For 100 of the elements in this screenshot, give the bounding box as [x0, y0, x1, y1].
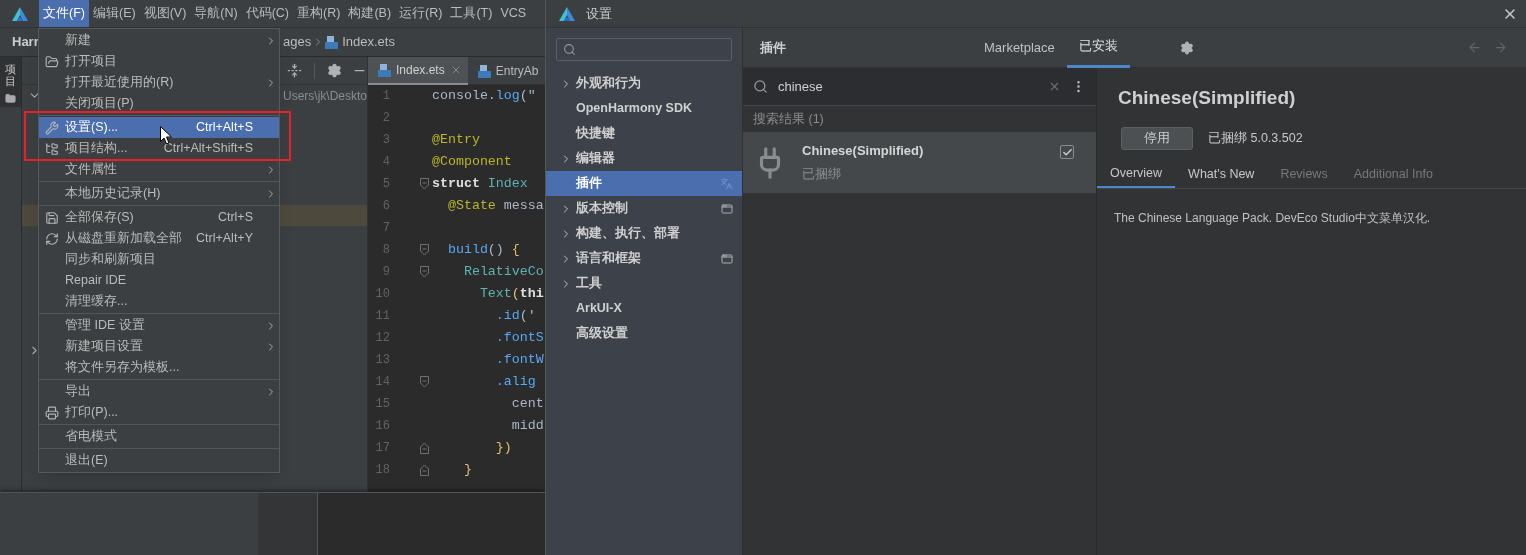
line-number: 7 [381, 220, 390, 237]
menu-item-label: 新建 [65, 32, 91, 50]
collapse-icon[interactable] [287, 63, 302, 78]
menu-item[interactable]: 管理 IDE 设置 [39, 315, 279, 336]
code-line: console.log(" [432, 87, 536, 106]
menu-item[interactable]: 打开最近使用的(R) [39, 72, 279, 93]
menu-item[interactable]: 全部保存(S) Ctrl+S [39, 207, 279, 228]
settings-nav-item[interactable]: 快捷键 [546, 121, 742, 146]
menu-bar-item[interactable]: 文件(F) [39, 0, 89, 27]
plugin-list-item[interactable]: Chinese(Simplified) 已捆绑 [743, 132, 1096, 193]
menu-bar-item[interactable]: 工具(T) [446, 0, 497, 27]
breadcrumb-item[interactable]: ages [283, 32, 312, 52]
menu-bar-item[interactable]: 视图(V) [139, 0, 191, 27]
menu-item-label: 新建项目设置 [65, 338, 143, 356]
menu-item[interactable]: 打印(P)... [39, 402, 279, 423]
menu-item[interactable]: 关闭项目(P) [39, 93, 279, 114]
settings-nav-label: 编辑器 [576, 150, 616, 168]
menu-bar-item[interactable]: VCS [496, 0, 531, 27]
menu-item[interactable]: 退出(E) [39, 450, 279, 471]
settings-nav-item[interactable]: 工具 [546, 271, 742, 296]
settings-nav-item[interactable]: 版本控制 [546, 196, 742, 221]
breadcrumb-item[interactable]: Harr [12, 34, 39, 50]
menu-bar-item[interactable]: 导航(N) [190, 0, 242, 27]
settings-nav-label: 高级设置 [576, 324, 629, 343]
settings-nav-item[interactable]: 构建、执行、部署 [546, 221, 742, 246]
line-number: 4 [381, 154, 390, 171]
window-icon [721, 202, 733, 215]
fold-marker-icon[interactable] [420, 266, 429, 278]
breadcrumb-item[interactable]: Index.ets [342, 32, 395, 52]
disable-button[interactable]: 停用 [1121, 126, 1193, 150]
translate-icon [720, 177, 733, 190]
menu-bar-item[interactable]: 代码(C) [241, 0, 294, 27]
search-field[interactable] [556, 38, 732, 61]
line-number: 10 [374, 286, 390, 303]
code-line: } [462, 461, 472, 480]
fold-marker-icon[interactable] [420, 244, 429, 256]
file-icon [325, 35, 339, 49]
code-line: RelativeCo [462, 263, 544, 282]
menu-item[interactable]: 同步和刷新项目 [39, 249, 279, 270]
fold-marker-icon[interactable] [420, 442, 429, 454]
code-line: .id(' [494, 307, 536, 326]
logo-icon [10, 5, 29, 22]
clear-icon[interactable] [1048, 80, 1061, 93]
code-line: build() { [446, 241, 520, 260]
line-number: 1 [381, 88, 390, 105]
reload-icon [45, 231, 59, 246]
menu-item[interactable]: 设置(S)... Ctrl+Alt+S [39, 117, 279, 138]
menu-bar-item[interactable]: 运行(R) [395, 0, 447, 27]
search-field[interactable]: chinese [743, 68, 1096, 106]
settings-nav-label: 工具 [576, 275, 603, 293]
settings-nav-item[interactable]: 语言和框架 [546, 246, 742, 271]
editor-tab[interactable]: Index.ets [368, 57, 468, 85]
menu-item[interactable]: 新建项目设置 [39, 336, 279, 357]
settings-nav-item[interactable]: 插件 [546, 171, 742, 196]
menu-item[interactable]: 打开项目 [39, 51, 279, 72]
menu-item[interactable]: 从磁盘重新加载全部 Ctrl+Alt+Y [39, 228, 279, 249]
code-line: @State messa [446, 197, 544, 216]
settings-nav-item[interactable]: 编辑器 [546, 146, 742, 171]
logo-icon [558, 5, 576, 22]
menu-item[interactable]: 导出 [39, 381, 279, 402]
menu-item[interactable]: 将文件另存为模板... [39, 357, 279, 378]
settings-icon[interactable] [1179, 40, 1194, 55]
forward-arrow-icon[interactable] [1493, 40, 1508, 55]
menu-bar-item[interactable]: 重构(R) [293, 0, 345, 27]
project-tool-tab[interactable]: 项目 [0, 57, 21, 107]
menu-item-label: 清理缓存... [65, 293, 128, 311]
fold-marker-icon[interactable] [420, 178, 429, 190]
menu-item[interactable]: Repair IDE [39, 270, 279, 291]
menu-item[interactable]: 清理缓存... [39, 291, 279, 312]
settings-nav-item[interactable]: 高级设置 [546, 321, 742, 346]
menu-bar-item[interactable]: 编辑(E) [88, 0, 140, 27]
menu-item[interactable]: 新建 [39, 30, 279, 51]
code-line: @Entry [432, 131, 480, 150]
enabled-checkbox[interactable] [1060, 145, 1074, 159]
menu-item-label: Repair IDE [65, 272, 127, 290]
fold-marker-icon[interactable] [420, 464, 429, 476]
code-line: .fontS [494, 329, 544, 348]
line-number: 17 [374, 440, 390, 457]
menu-bar-item[interactable]: 构建(B) [344, 0, 396, 27]
settings-nav-item[interactable]: OpenHarmony SDK [546, 96, 742, 121]
code-line: struct Index [432, 175, 528, 194]
menu-item[interactable]: 本地历史记录(H) [39, 183, 279, 204]
tab[interactable]: Marketplace [972, 27, 1067, 68]
code-line: }) [494, 439, 512, 458]
tab[interactable]: What's New [1175, 161, 1268, 188]
settings-icon[interactable] [327, 63, 342, 78]
menu-item-label: 将文件另存为模板... [65, 359, 180, 377]
search-input[interactable]: chinese [778, 76, 1048, 97]
settings-nav-label: 外观和行为 [576, 75, 642, 93]
menu-item[interactable]: 文件属性 [39, 159, 279, 180]
line-number: 12 [374, 330, 390, 347]
settings-nav-item[interactable]: ArkUI-X [546, 296, 742, 321]
editor-tab[interactable]: EntryAb [467, 57, 545, 85]
menu-item[interactable]: 省电模式 [39, 426, 279, 447]
tab[interactable]: Overview [1097, 161, 1176, 188]
line-number: 6 [381, 198, 390, 215]
menu-item-label: 项目结构... [65, 140, 128, 158]
fold-marker-icon[interactable] [420, 376, 429, 388]
code-line: midd [510, 417, 544, 436]
settings-nav-item[interactable]: 外观和行为 [546, 71, 742, 96]
